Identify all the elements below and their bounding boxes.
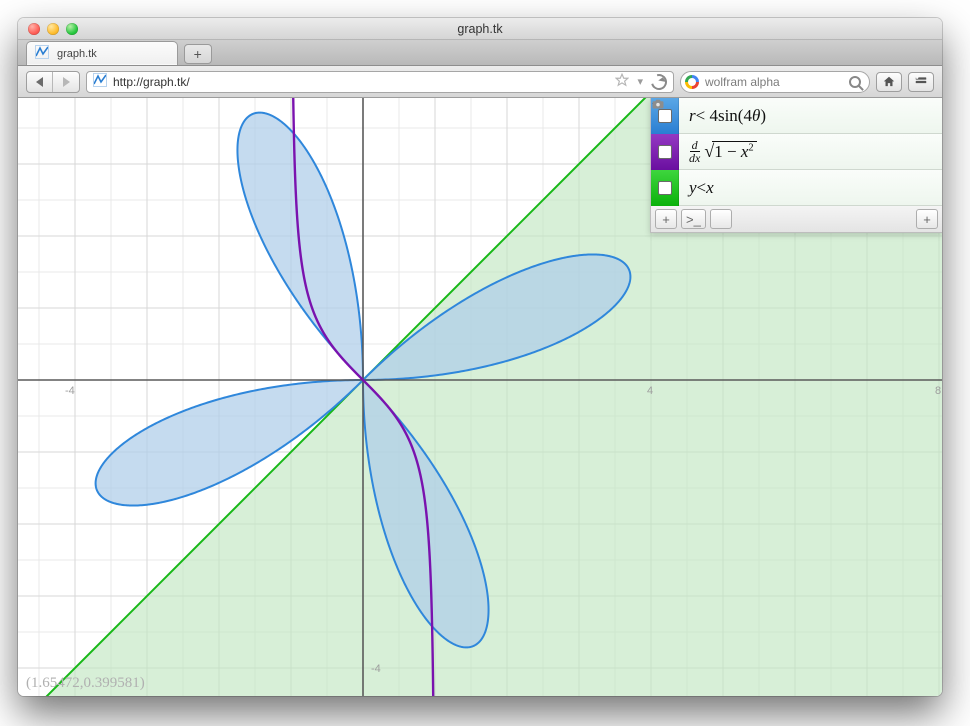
url-bar[interactable]: http://graph.tk/ ▾ — [86, 71, 674, 93]
chevron-right-icon — [63, 77, 70, 87]
forward-button[interactable] — [53, 72, 79, 92]
window-title: graph.tk — [18, 22, 942, 36]
console-button[interactable]: >_ — [681, 209, 706, 229]
expand-panel-button[interactable]: + — [916, 209, 938, 229]
browser-tab[interactable]: graph.tk — [26, 41, 178, 65]
back-button[interactable] — [27, 72, 53, 92]
toolbar: http://graph.tk/ ▾ wolfram alpha — [18, 66, 942, 98]
svg-text:-4: -4 — [65, 385, 75, 397]
graphtk-favicon — [93, 73, 107, 90]
browser-tab-title: graph.tk — [57, 48, 97, 60]
screenshot-button[interactable] — [710, 209, 732, 229]
color-swatch[interactable] — [651, 134, 679, 170]
new-tab-button[interactable]: + — [184, 44, 212, 64]
chevron-left-icon — [36, 77, 43, 87]
equation-expression[interactable]: r < 4sin(4θ) — [679, 106, 776, 126]
search-bar[interactable]: wolfram alpha — [680, 71, 870, 93]
cursor-coordinates: (1.65472,0.399581) — [26, 675, 145, 692]
color-swatch[interactable] — [651, 170, 679, 206]
svg-text:8: 8 — [935, 385, 941, 397]
titlebar: graph.tk — [18, 18, 942, 40]
magnifier-icon — [849, 76, 861, 88]
svg-text:4: 4 — [647, 385, 653, 397]
equation-row[interactable]: ddx√1 − x2 — [651, 134, 942, 170]
visibility-checkbox[interactable] — [658, 145, 672, 159]
equation-row[interactable]: r < 4sin(4θ) — [651, 98, 942, 134]
nav-buttons — [26, 71, 80, 93]
graph-viewport[interactable]: -4 4 8 -4 4 r < 4sin(4θ) ddx√1 − x2 y < x — [18, 98, 942, 696]
visibility-checkbox[interactable] — [658, 109, 672, 123]
google-icon — [685, 75, 699, 89]
bookmarks-button[interactable] — [908, 72, 934, 92]
equation-row[interactable]: y < x — [651, 170, 942, 206]
equation-expression[interactable]: y < x — [679, 178, 724, 198]
equation-panel: r < 4sin(4θ) ddx√1 − x2 y < x + >_ — [650, 98, 942, 233]
svg-text:-4: -4 — [371, 663, 381, 675]
add-equation-button[interactable]: + — [655, 209, 677, 229]
app-window: graph.tk graph.tk + http://graph.tk/ ▾ — [18, 18, 942, 696]
home-button[interactable] — [876, 72, 902, 92]
visibility-checkbox[interactable] — [658, 181, 672, 195]
equation-expression[interactable]: ddx√1 − x2 — [679, 139, 767, 164]
url-text: http://graph.tk/ — [113, 75, 190, 89]
star-icon[interactable] — [615, 73, 629, 90]
graphtk-favicon — [35, 45, 49, 62]
search-placeholder: wolfram alpha — [705, 75, 849, 89]
svg-text:4: 4 — [371, 98, 377, 99]
equation-panel-controls: + >_ + — [651, 206, 942, 232]
reload-icon[interactable] — [648, 71, 670, 93]
tab-bar: graph.tk + — [18, 40, 942, 66]
